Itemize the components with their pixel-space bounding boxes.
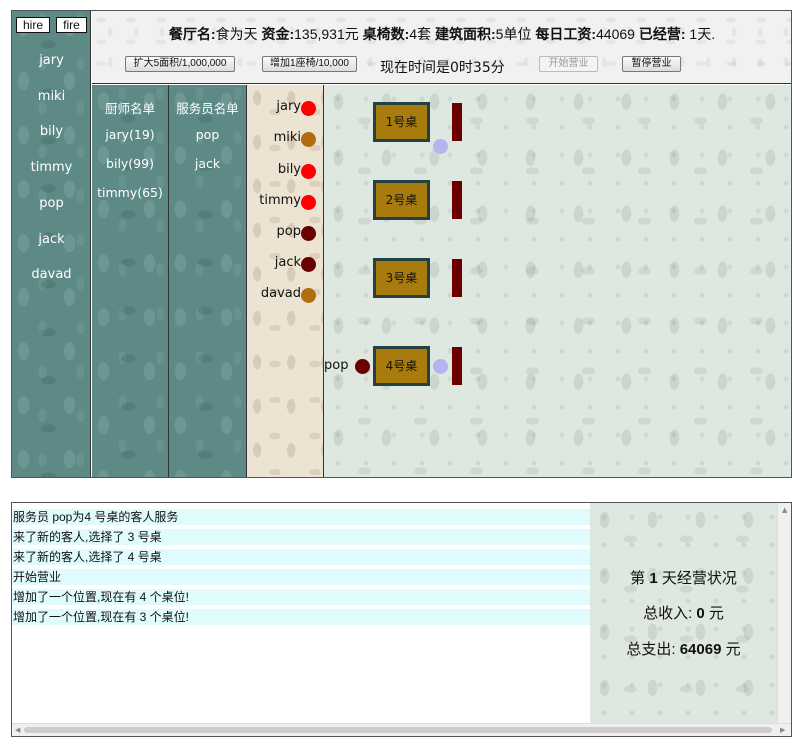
log-line: 开始营业 [12,569,590,585]
staff-item[interactable]: miki [12,89,91,104]
funds-label: 资金: [261,26,295,42]
restaurant-panel: hire fire jary miki bily timmy pop jack … [11,10,792,478]
table-1-seat [452,103,462,141]
log-line: 来了新的客人,选择了 4 号桌 [12,549,590,565]
customer-name: davad [260,286,301,301]
table-3[interactable]: 3号桌 [373,258,430,298]
funds-value: 135,931元 [294,26,359,42]
expense-value: 64069 [679,641,722,658]
start-business-button[interactable]: 开始营业 [539,56,598,72]
table-4[interactable]: 4号桌 [373,346,430,386]
day-prefix: 第 [630,570,646,587]
tables-value: 4套 [409,26,432,42]
current-time: 现在时间是0时35分 [380,60,505,76]
scroll-left-icon[interactable]: ◀ [15,726,20,734]
table-1[interactable]: 1号桌 [373,102,430,142]
customer-dot[interactable] [301,164,316,179]
tables-label: 桌椅数: [362,26,410,42]
chef-item[interactable]: bily(99) [92,156,168,171]
staff-item[interactable]: davad [12,267,91,282]
customer-dot[interactable] [301,132,316,147]
day-suffix: 天经营状况 [661,570,737,587]
days-value: 1天. [689,26,716,42]
table-2-seat [452,181,462,219]
log-line: 增加了一个位置,现在有 3 个桌位! [12,609,590,625]
log-panel: 服务员 pop为4 号桌的客人服务 来了新的客人,选择了 3 号桌 来了新的客人… [11,502,792,737]
waiter-item[interactable]: pop [169,127,246,142]
restaurant-info: 餐厅名:食为天 资金:135,931元 桌椅数:4套 建筑面积:5单位 每日工资… [92,24,791,44]
table-2[interactable]: 2号桌 [373,180,430,220]
income-unit: 元 [708,605,724,622]
area-label: 建筑面积: [434,26,496,42]
area-value: 5单位 [495,26,532,42]
waiter-list: 服务员名单 pop jack [169,85,247,477]
expense-unit: 元 [725,641,741,658]
customer-dot[interactable] [301,101,316,116]
day-number: 1 [649,570,658,587]
wage-label: 每日工资: [535,26,597,42]
event-log[interactable]: 服务员 pop为4 号桌的客人服务 来了新的客人,选择了 3 号桌 来了新的客人… [12,503,590,723]
header: 餐厅名:食为天 资金:135,931元 桌椅数:4套 建筑面积:5单位 每日工资… [92,11,791,84]
expand-area-button[interactable]: 扩大5面积/1,000,000 [125,56,235,72]
table-4-seat [452,347,462,385]
add-seat-button[interactable]: 增加1座椅/10,000 [262,56,357,72]
waiter-list-title: 服务员名单 [176,101,239,116]
staff-item[interactable]: pop [12,196,91,211]
staff-item[interactable]: timmy [12,160,91,175]
days-label: 已经营: [638,26,686,42]
customer-name: jack [274,255,301,270]
customer-dot[interactable] [301,288,316,303]
expense-label: 总支出: [626,641,676,658]
table-3-seat [452,259,462,297]
customer-name: pop [276,224,301,239]
waiting-customer-dot[interactable] [433,139,448,154]
stats-day-title: 第 1 天经营状况 [590,567,777,588]
serving-waiter-label: pop [324,358,349,373]
income-label: 总收入: [643,605,693,622]
total-expense: 总支出: 64069 元 [590,638,777,659]
chef-list-title: 厨师名单 [104,101,155,116]
chef-item[interactable]: jary(19) [92,127,168,142]
horizontal-scroll-thumb[interactable] [24,727,772,733]
wage-value: 44069 [596,26,635,42]
vertical-scrollbar[interactable]: ▲ [777,503,791,723]
customer-name: bily [277,162,301,177]
pause-business-button[interactable]: 暂停营业 [622,56,681,72]
chef-item[interactable]: timmy(65) [92,185,168,200]
log-line: 来了新的客人,选择了 3 号桌 [12,529,590,545]
scroll-right-icon[interactable]: ▶ [780,726,785,734]
horizontal-scrollbar[interactable]: ◀ ▶ [12,723,791,736]
customer-dot[interactable] [301,257,316,272]
staff-item[interactable]: bily [12,124,91,139]
log-line: 增加了一个位置,现在有 4 个桌位! [12,589,590,605]
waiter-item[interactable]: jack [169,156,246,171]
staff-column: hire fire jary miki bily timmy pop jack … [12,11,91,477]
customer-name: timmy [259,193,301,208]
restaurant-name-label: 餐厅名: [168,26,216,42]
dining-hall: 1号桌 2号桌 3号桌 pop 4号桌 [324,85,791,477]
daily-stats: 第 1 天经营状况 总收入: 0 元 总支出: 64069 元 [590,503,777,723]
staff-item[interactable]: jary [12,53,91,68]
scroll-up-icon[interactable]: ▲ [782,506,787,514]
restaurant-name: 食为天 [215,26,258,42]
customer-name: miki [273,130,301,145]
hire-button[interactable]: hire [16,17,50,33]
staff-item[interactable]: jack [12,232,91,247]
serving-waiter-dot[interactable] [355,359,370,374]
customer-queue: jary miki bily timmy pop jack davad [247,85,324,477]
income-value: 0 [696,605,705,622]
total-income: 总收入: 0 元 [590,602,777,623]
customer-dot[interactable] [301,195,316,210]
fire-button[interactable]: fire [56,17,87,33]
customer-name: jary [276,99,301,114]
chef-list: 厨师名单 jary(19) bily(99) timmy(65) [92,85,169,477]
customer-dot[interactable] [301,226,316,241]
waiting-customer-dot[interactable] [433,359,448,374]
log-line: 服务员 pop为4 号桌的客人服务 [12,509,590,525]
